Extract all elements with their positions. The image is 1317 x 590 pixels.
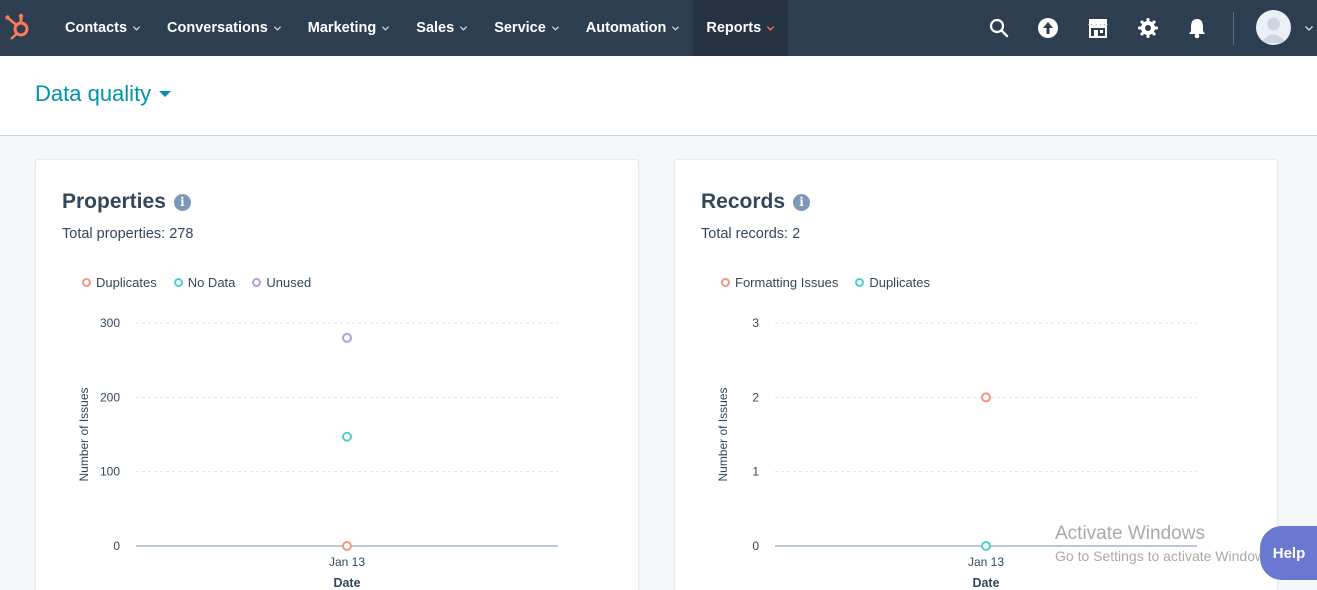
data-point[interactable] — [342, 541, 352, 551]
nav-item-label: Automation — [585, 20, 667, 36]
nav-item-marketing[interactable]: Marketing — [295, 0, 404, 56]
nav-item-label: Service — [494, 20, 546, 36]
x-tick-label: Jan 13 — [329, 555, 365, 569]
watermark-line-1: Activate Windows — [1055, 523, 1205, 544]
page-title-dropdown[interactable]: Data quality — [35, 81, 172, 107]
marketplace-icon[interactable] — [1085, 15, 1111, 41]
page-title: Data quality — [35, 81, 152, 106]
nav-item-service[interactable]: Service — [481, 0, 573, 56]
nav-item-automation[interactable]: Automation — [573, 0, 694, 56]
user-avatar[interactable] — [1256, 10, 1291, 45]
properties-card: Properties i Total properties: 278 Dupli… — [35, 159, 639, 590]
nav-item-label: Sales — [416, 20, 455, 36]
nav-item-contacts[interactable]: Contacts — [52, 0, 154, 56]
data-point[interactable] — [981, 541, 991, 551]
chevron-down-icon — [767, 25, 775, 31]
nav-item-label: Contacts — [65, 20, 128, 36]
data-point[interactable] — [342, 431, 352, 442]
nav-item-label: Reports — [706, 20, 762, 36]
x-axis-title: Date — [333, 576, 360, 590]
hubspot-logo-icon[interactable] — [3, 12, 33, 42]
y-tick-label: 1 — [752, 465, 759, 479]
windows-activation-watermark: Activate Windows Go to Settings to activ… — [1055, 523, 1276, 564]
help-button[interactable]: Help — [1260, 526, 1317, 580]
x-axis-title: Date — [972, 576, 999, 590]
chevron-down-icon — [273, 25, 281, 31]
nav-divider — [1233, 12, 1234, 45]
y-tick-label: 2 — [752, 390, 759, 404]
search-icon[interactable] — [986, 15, 1012, 41]
notifications-icon[interactable] — [1184, 15, 1210, 41]
page-header: Data quality — [0, 56, 1317, 136]
y-tick-label: 100 — [100, 465, 120, 479]
properties-chart: 0 100 200 300 Jan 13 Date Number of Issues — [77, 316, 558, 590]
y-axis-title: Number of Issues — [77, 387, 91, 481]
settings-icon[interactable] — [1135, 15, 1161, 41]
y-tick-label: 3 — [752, 316, 759, 330]
y-axis-title: Number of Issues — [716, 387, 730, 481]
data-point[interactable] — [342, 332, 352, 343]
y-tick-label: 200 — [100, 390, 120, 404]
watermark-line-2: Go to Settings to activate Windows. — [1055, 548, 1276, 564]
nav-item-label: Marketing — [307, 20, 377, 36]
account-chevron-down-icon[interactable] — [1304, 23, 1314, 33]
x-tick-label: Jan 13 — [968, 555, 1004, 569]
nav-item-conversations[interactable]: Conversations — [154, 0, 295, 56]
y-tick-label: 300 — [100, 316, 120, 330]
chevron-down-icon — [382, 25, 390, 31]
data-point[interactable] — [981, 392, 991, 403]
nav-item-sales[interactable]: Sales — [403, 0, 481, 56]
chevron-down-icon — [460, 25, 468, 31]
upgrade-icon[interactable] — [1035, 15, 1061, 41]
nav-item-reports[interactable]: Reports — [693, 0, 789, 56]
caret-down-icon — [159, 91, 172, 97]
top-navigation: Contacts Conversations Marketing Sales Servi… — [0, 0, 1317, 56]
chevron-down-icon — [132, 25, 141, 31]
nav-menu: Contacts Conversations Marketing Sales Servi… — [52, 0, 789, 56]
chevron-down-icon — [672, 25, 680, 31]
y-tick-label: 0 — [752, 539, 759, 553]
nav-item-label: Conversations — [167, 20, 268, 36]
chevron-down-icon — [551, 25, 559, 31]
y-tick-label: 0 — [113, 539, 120, 553]
